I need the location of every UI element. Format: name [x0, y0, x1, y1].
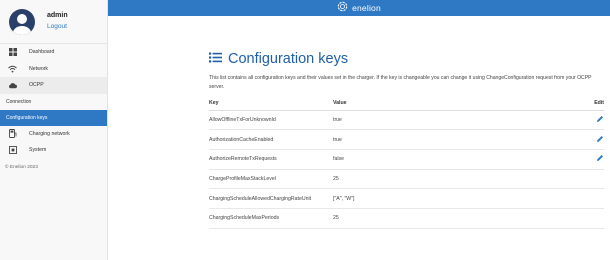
user-name: admin [47, 12, 68, 19]
brand-name: enelion [352, 3, 381, 13]
logout-link[interactable]: Logout [47, 22, 68, 32]
list-icon [209, 50, 222, 68]
brand-logo: enelion [337, 0, 381, 17]
sidebar-item-label: Charging network [29, 130, 70, 137]
edit-cell [583, 110, 604, 131]
config-value-cell: true [333, 110, 583, 131]
column-header-value: Value [333, 96, 583, 111]
sidebar-subitem-label: Configuration keys [6, 114, 48, 121]
user-avatar-icon [9, 8, 35, 35]
sidebar-subitem-label: Connection [6, 98, 32, 105]
main-content: Configuration keys This list contains al… [209, 16, 604, 229]
page-description: This list contains all configuration key… [209, 75, 592, 90]
config-value-cell: 25 [333, 208, 583, 229]
edit-cell [583, 208, 604, 229]
sidebar-item-label: OCPP [29, 82, 44, 89]
config-key-cell: ChargeProfileMaxStackLevel [209, 169, 333, 190]
table-row: ChargingScheduleAllowedChargingRateUnit[… [209, 188, 604, 209]
config-key-cell: AllowOfflineTxForUnknownId [209, 110, 333, 131]
sidebar-item-network[interactable]: Network [0, 61, 107, 78]
edit-cell [583, 149, 604, 170]
pencil-icon[interactable] [596, 135, 604, 145]
sidebar-item-label: System [29, 147, 47, 154]
sidebar-subitem-connection[interactable]: Connection [0, 94, 107, 110]
table-row: AllowOfflineTxForUnknownId true [209, 110, 604, 131]
config-value-cell: false [333, 149, 583, 170]
column-header-edit: Edit [583, 96, 604, 111]
config-value-cell: 25 [333, 169, 583, 190]
system-icon [8, 146, 17, 155]
wifi-icon [8, 64, 17, 73]
pencil-icon[interactable] [596, 115, 604, 125]
sidebar: admin Logout Dashboard Network OCPP Conn… [0, 0, 108, 260]
table-row: ChargingScheduleMaxPeriods 25 [209, 208, 604, 229]
user-panel: admin Logout [0, 0, 107, 44]
charging-network-icon [8, 129, 17, 139]
page-title: Configuration keys [209, 50, 604, 68]
sidebar-item-dashboard[interactable]: Dashboard [0, 44, 107, 61]
enelion-logo-icon [337, 0, 348, 17]
config-key-cell: AuthorizeRemoteTxRequests [209, 149, 333, 170]
sidebar-item-label: Dashboard [29, 49, 55, 56]
edit-cell [583, 188, 604, 209]
config-value-cell: ["A", "W"] [333, 188, 583, 209]
config-key-cell: ChargingScheduleAllowedChargingRateUnit [209, 188, 333, 209]
config-key-cell: ChargingScheduleMaxPeriods [209, 208, 333, 229]
sidebar-item-charging-network[interactable]: Charging network [0, 126, 107, 143]
dashboard-icon [8, 48, 17, 57]
table-header-row: Key Value Edit [209, 96, 604, 111]
edit-cell [583, 169, 604, 190]
config-keys-table: Key Value Edit AllowOfflineTxForUnknownI… [209, 96, 604, 229]
page-title-text: Configuration keys [228, 51, 349, 67]
pencil-icon[interactable] [596, 154, 604, 164]
header-bar: enelion [108, 0, 610, 16]
cloud-icon [8, 81, 17, 90]
config-key-cell: AuthorizationCacheEnabled [209, 129, 333, 150]
edit-cell [583, 129, 604, 150]
sidebar-subitem-configuration-keys[interactable]: Configuration keys [0, 109, 107, 126]
column-header-key: Key [209, 96, 333, 111]
copyright: © Enelion 2023 [5, 164, 38, 170]
table-row: AuthorizeRemoteTxRequests false [209, 149, 604, 170]
table-row: AuthorizationCacheEnabled true [209, 129, 604, 150]
sidebar-item-label: Network [29, 65, 49, 72]
sidebar-item-system[interactable]: System [0, 142, 107, 159]
sidebar-item-ocpp[interactable]: OCPP [0, 77, 107, 94]
table-row: ChargeProfileMaxStackLevel 25 [209, 169, 604, 190]
config-value-cell: true [333, 129, 583, 150]
